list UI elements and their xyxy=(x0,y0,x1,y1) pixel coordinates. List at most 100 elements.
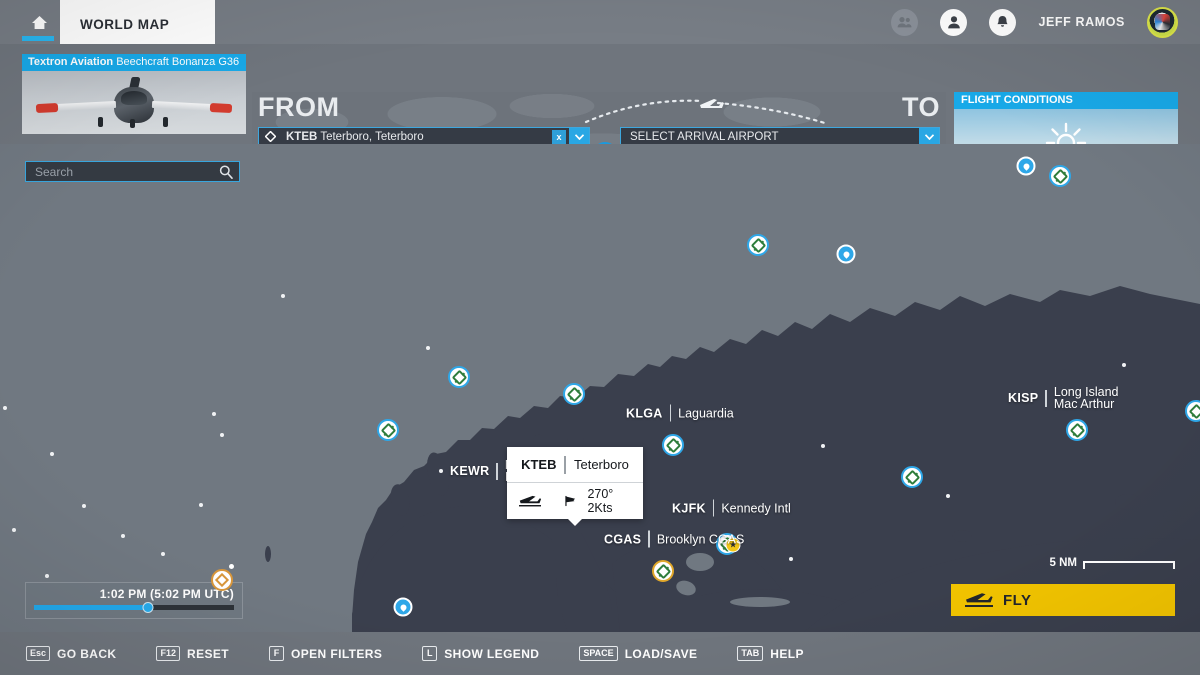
departure-airport-text: KTEB Teterboro, Teterboro xyxy=(278,131,424,143)
profile-icon xyxy=(947,15,961,29)
search-placeholder: Search xyxy=(35,165,73,179)
arrival-dropdown-button[interactable] xyxy=(919,128,939,145)
tooltip-wind: 270° 2Kts xyxy=(587,487,631,515)
airport-marker[interactable] xyxy=(901,466,923,488)
map-dot[interactable] xyxy=(3,406,7,410)
top-navigation-bar: WORLD MAP xyxy=(0,0,1200,44)
flight-planner-bar: Textron Aviation Beechcraft Bonanza G36 … xyxy=(0,44,1200,144)
departure-dropdown-button[interactable] xyxy=(569,128,589,145)
airport-marker-icon xyxy=(1188,403,1200,419)
keyboard-hint-label: LOAD/SAVE xyxy=(625,647,698,661)
airport-marker[interactable] xyxy=(662,434,684,456)
departure-marker-icon xyxy=(265,131,276,142)
airport-marker[interactable] xyxy=(377,419,399,441)
notifications-button[interactable] xyxy=(989,9,1016,36)
map-dot[interactable] xyxy=(821,444,825,448)
time-slider-handle[interactable] xyxy=(143,602,154,613)
topbar-user-cluster: JEFF RAMOS xyxy=(891,0,1200,44)
map-dot[interactable] xyxy=(50,452,54,456)
map-dot[interactable] xyxy=(439,469,443,473)
keyboard-hint-bar: Esc GO BACK F12 RESET FOPEN FILTERS LSHOW LEG… xyxy=(0,632,1200,675)
aircraft-manufacturer: Textron Aviation xyxy=(28,56,113,68)
departure-icao: KTEB xyxy=(286,131,317,143)
world-map-canvas[interactable]: Search ★★ KLGALaguardiaKISPLong Island M… xyxy=(0,144,1200,632)
time-of-day-panel[interactable]: 1:02 PM (5:02 PM UTC) xyxy=(25,582,243,619)
airport-marker-icon xyxy=(655,563,671,579)
keyboard-hint-key: TAB xyxy=(737,646,763,661)
bell-icon xyxy=(996,15,1009,29)
time-slider-track[interactable] xyxy=(34,605,234,610)
map-dot[interactable] xyxy=(45,574,49,578)
map-dot[interactable] xyxy=(281,294,285,298)
tab-world-map[interactable]: WORLD MAP xyxy=(60,0,215,48)
keyboard-hint-label: RESET xyxy=(187,647,229,661)
keyboard-hint[interactable]: LSHOW LEGEND xyxy=(422,646,539,661)
poi-pin-icon xyxy=(842,250,850,258)
airport-marker-icon xyxy=(750,237,766,253)
airport-marker-icon xyxy=(380,422,396,438)
clear-departure-button[interactable]: x xyxy=(552,130,566,144)
airport-marker[interactable] xyxy=(1049,165,1071,187)
keyboard-hint[interactable]: FOPEN FILTERS xyxy=(269,646,382,661)
map-dot[interactable] xyxy=(1122,363,1126,367)
map-dot[interactable] xyxy=(426,346,430,350)
profile-button[interactable] xyxy=(940,9,967,36)
from-label: FROM xyxy=(258,92,339,123)
departure-name: Teterboro, Teterboro xyxy=(320,131,423,143)
keyboard-hint-label: GO BACK xyxy=(57,647,116,661)
keyboard-hint[interactable]: TAB HELP xyxy=(737,646,803,661)
airport-marker[interactable] xyxy=(448,366,470,388)
airport-marker[interactable] xyxy=(1185,400,1200,422)
avatar[interactable] xyxy=(1147,7,1178,38)
keyboard-hint-key: Esc xyxy=(26,646,50,661)
map-dot[interactable] xyxy=(220,433,224,437)
aircraft-title: Textron Aviation Beechcraft Bonanza G36 xyxy=(22,54,246,71)
takeoff-plane-icon xyxy=(965,591,993,609)
keyboard-hint-key: F12 xyxy=(156,646,180,661)
tab-world-map-label: WORLD MAP xyxy=(80,17,169,32)
map-dot[interactable] xyxy=(82,504,86,508)
time-of-day-value: 1:02 PM (5:02 PM UTC) xyxy=(34,587,234,601)
map-dot[interactable] xyxy=(121,534,125,538)
airport-marker[interactable] xyxy=(747,234,769,256)
airport-marker[interactable] xyxy=(652,560,674,582)
poi-marker[interactable] xyxy=(837,245,856,264)
sun-position-handle[interactable] xyxy=(211,569,233,591)
airport-marker-icon xyxy=(1052,168,1068,184)
favorite-star-badge[interactable]: ★ xyxy=(726,538,741,553)
airport-marker-icon xyxy=(566,386,582,402)
map-dot[interactable] xyxy=(789,557,793,561)
search-input[interactable]: Search xyxy=(25,161,240,182)
map-scale-rule xyxy=(1083,561,1175,569)
keyboard-hint-label: HELP xyxy=(770,647,804,661)
aircraft-thumbnail xyxy=(22,71,246,134)
time-slider-fill xyxy=(34,605,148,610)
poi-marker[interactable] xyxy=(1017,157,1036,176)
aircraft-card[interactable]: Textron Aviation Beechcraft Bonanza G36 xyxy=(22,54,246,134)
keyboard-hint-key: F xyxy=(269,646,284,661)
airport-marker-icon xyxy=(1069,422,1085,438)
airport-marker[interactable] xyxy=(563,383,585,405)
map-dot[interactable] xyxy=(12,528,16,532)
airport-marker[interactable] xyxy=(1066,419,1088,441)
map-dot[interactable] xyxy=(199,503,203,507)
departure-plane-icon xyxy=(519,493,541,509)
keyboard-hint[interactable]: F12 RESET xyxy=(156,646,229,661)
landmass-layer xyxy=(0,144,1200,632)
map-dot[interactable] xyxy=(161,552,165,556)
airport-tooltip[interactable]: KTEB Teterboro 270° 2Kts xyxy=(507,447,643,519)
friends-button[interactable] xyxy=(891,9,918,36)
poi-marker[interactable] xyxy=(394,598,413,617)
chevron-down-icon xyxy=(925,134,934,140)
flight-conditions-title: FLIGHT CONDITIONS xyxy=(954,92,1178,109)
world-map-screen: WORLD MAP xyxy=(0,0,1200,675)
map-scale-bar: 5 NM xyxy=(1050,557,1175,569)
map-dot[interactable] xyxy=(946,494,950,498)
airport-marker-icon xyxy=(665,437,681,453)
keyboard-hint[interactable]: SPACELOAD/SAVE xyxy=(579,646,697,661)
chevron-down-icon xyxy=(575,134,584,140)
keyboard-hint[interactable]: Esc GO BACK xyxy=(26,646,116,661)
map-dot[interactable] xyxy=(212,412,216,416)
fly-button[interactable]: FLY xyxy=(951,584,1175,616)
poi-pin-icon xyxy=(399,603,407,611)
